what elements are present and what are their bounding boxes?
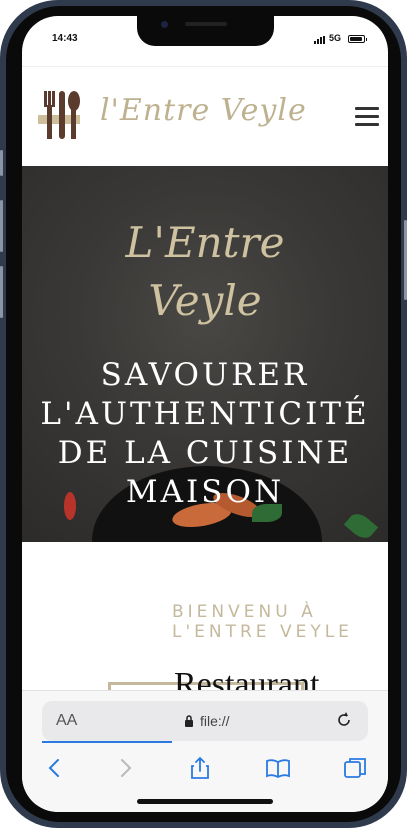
battery-icon [348,35,365,43]
hero-script-line: L'Entre [125,218,285,267]
phone-screen: 14:43 5G l'Entre Veyle L'Entre Veyle SAV… [22,16,388,812]
reader-settings-button[interactable]: AA [56,712,77,730]
address-bar[interactable]: AA file:// [42,701,368,741]
logo-text: l'Entre Veyle [100,93,307,128]
hamburger-icon[interactable] [355,107,379,127]
front-camera [161,21,168,28]
network-label: 5G [329,33,342,43]
hero-script-title: L'Entre Veyle [22,214,388,330]
welcome-kicker: BIENVENU À L'ENTRE VEYLE [172,602,388,642]
fork-knife-logo-icon [38,91,80,139]
hero-title-line: MAISON [125,474,285,510]
notch [137,16,274,46]
bookmarks-icon[interactable] [265,755,291,781]
herb-leaf-image [343,509,379,542]
volume-up-button [0,200,3,252]
site-logo[interactable]: l'Entre Veyle [38,87,306,147]
volume-down-button [0,266,3,318]
share-icon[interactable] [187,755,213,781]
forward-icon[interactable] [112,755,138,781]
mute-switch [0,150,3,176]
site-header: l'Entre Veyle [22,66,388,167]
home-indicator[interactable] [137,799,273,804]
welcome-kicker-line: BIENVENU À [172,602,317,622]
hero-title-line: L'AUTHENTICITÉ [40,396,370,432]
signal-icon [314,36,328,44]
lock-icon [185,715,193,727]
hero-title: SAVOURER L'AUTHENTICITÉ DE LA CUISINE MA… [22,356,388,512]
url-text[interactable]: file:// [200,713,230,729]
url-focus-underline [42,741,172,743]
welcome-kicker-line: L'ENTRE VEYLE [172,622,353,642]
battery-nub [366,38,367,41]
hero-section: L'Entre Veyle SAVOURER L'AUTHENTICITÉ DE… [22,166,388,542]
hero-script-line: Veyle [148,276,262,325]
earpiece-speaker [185,22,227,26]
safari-toolbar: AA file:// [22,690,388,812]
status-time: 14:43 [52,33,78,44]
reload-icon[interactable] [334,710,354,730]
hero-title-line: SAVOURER [100,357,310,393]
back-icon[interactable] [42,755,68,781]
tabs-icon[interactable] [342,755,368,781]
hero-title-line: DE LA CUISINE [57,435,353,471]
